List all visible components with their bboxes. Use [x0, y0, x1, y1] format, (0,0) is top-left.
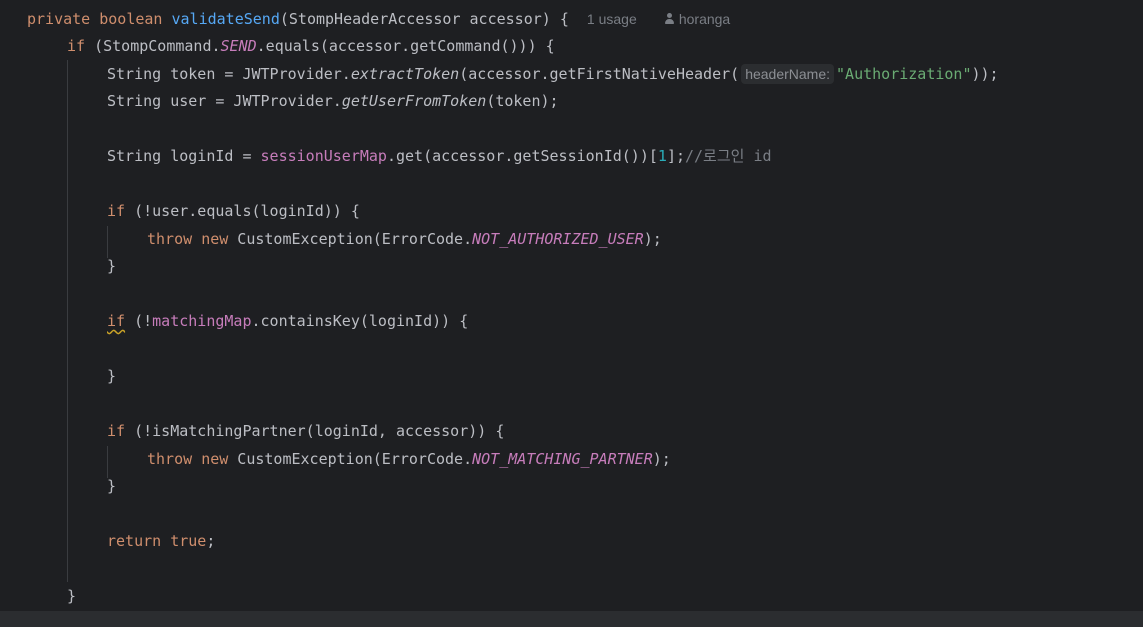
- if-keyword: if: [107, 202, 126, 220]
- code-text: CustomException(ErrorCode.: [228, 230, 473, 248]
- return-keyword: return: [107, 532, 162, 550]
- code-line-signature[interactable]: private boolean validateSend(StompHeader…: [27, 6, 730, 33]
- code-line-close-brace[interactable]: }: [67, 583, 76, 610]
- code-line-if-user[interactable]: if (!user.equals(loginId)) {: [107, 198, 360, 225]
- code-line-user[interactable]: String user = JWTProvider.getUserFromTok…: [107, 88, 559, 115]
- line-comment: //로그인 id: [685, 147, 772, 165]
- method-params: (StompHeaderAccessor accessor) {: [279, 10, 569, 28]
- field-reference: matchingMap: [152, 312, 252, 330]
- parameter-hint: headerName:: [741, 64, 835, 84]
- static-constant: NOT_AUTHORIZED_USER: [472, 230, 644, 248]
- code-text: .get(accessor.getSessionId())[: [386, 147, 658, 165]
- new-keyword: new: [201, 450, 229, 468]
- closing-brace: }: [67, 587, 77, 605]
- string-literal: "Authorization": [836, 65, 972, 83]
- closing-brace: }: [107, 367, 117, 385]
- if-keyword: if: [107, 422, 126, 440]
- code-text: (accessor.getFirstNativeHeader(: [459, 65, 740, 83]
- code-text: (!: [125, 312, 153, 330]
- static-constant: SEND: [220, 37, 257, 55]
- code-text: String token = JWTProvider.: [107, 65, 351, 83]
- code-text: ));: [971, 65, 999, 83]
- number-literal: 1: [657, 147, 667, 165]
- if-keyword: if: [67, 37, 86, 55]
- code-line-if-send[interactable]: if (StompCommand.SEND.equals(accessor.ge…: [67, 33, 555, 60]
- code-text: );: [652, 450, 671, 468]
- user-icon: [664, 13, 675, 25]
- method-name: validateSend: [171, 10, 280, 28]
- throw-keyword: throw: [147, 450, 193, 468]
- code-text: (token);: [486, 92, 559, 110]
- code-text: .equals(accessor.getCommand())) {: [256, 37, 555, 55]
- usages-inlay[interactable]: 1 usage: [587, 11, 637, 27]
- code-text: String loginId =: [107, 147, 261, 165]
- static-method: getUserFromToken: [341, 92, 487, 110]
- code-line-login-id[interactable]: String loginId = sessionUserMap.get(acce…: [107, 143, 772, 170]
- code-line-if-partner[interactable]: if (!isMatchingPartner(loginId, accessor…: [107, 418, 504, 445]
- code-line-throw-partner[interactable]: throw new CustomException(ErrorCode.NOT_…: [147, 446, 671, 473]
- code-text: ];: [666, 147, 685, 165]
- code-text: );: [643, 230, 662, 248]
- code-text: (StompCommand.: [85, 37, 221, 55]
- code-text: (!user.equals(loginId)) {: [125, 202, 360, 220]
- code-line-return[interactable]: return true;: [107, 528, 215, 555]
- closing-brace: }: [107, 477, 117, 495]
- new-keyword: new: [201, 230, 229, 248]
- code-text: (!isMatchingPartner(loginId, accessor)) …: [125, 422, 505, 440]
- code-line-if-matching[interactable]: if (!matchingMap.containsKey(loginId)) {: [107, 308, 468, 335]
- code-text: .containsKey(loginId)) {: [251, 312, 469, 330]
- static-method: extractToken: [350, 65, 460, 83]
- throw-keyword: throw: [147, 230, 193, 248]
- code-line-close-brace[interactable]: }: [107, 473, 116, 500]
- code-line-close-brace[interactable]: }: [107, 253, 116, 280]
- author-name: horanga: [678, 11, 731, 27]
- closing-brace: }: [107, 257, 117, 275]
- code-editor[interactable]: private boolean validateSend(StompHeader…: [0, 0, 1143, 611]
- field-reference: sessionUserMap: [260, 147, 387, 165]
- code-text: CustomException(ErrorCode.: [228, 450, 473, 468]
- code-line-close-brace[interactable]: }: [107, 363, 116, 390]
- code-line-token[interactable]: String token = JWTProvider.extractToken(…: [107, 61, 999, 88]
- static-constant: NOT_MATCHING_PARTNER: [472, 450, 653, 468]
- boolean-literal: true: [170, 532, 207, 550]
- indent-guide-method: [67, 60, 68, 582]
- modifier-keyword: private: [27, 10, 91, 28]
- if-keyword-warning[interactable]: if: [107, 312, 125, 330]
- code-text: ;: [206, 532, 216, 550]
- author-inlay[interactable]: horanga: [664, 11, 730, 27]
- return-type-keyword: boolean: [99, 10, 163, 28]
- code-line-throw-auth[interactable]: throw new CustomException(ErrorCode.NOT_…: [147, 226, 662, 253]
- editor-bottom-strip: [0, 611, 1143, 627]
- code-text: String user = JWTProvider.: [107, 92, 342, 110]
